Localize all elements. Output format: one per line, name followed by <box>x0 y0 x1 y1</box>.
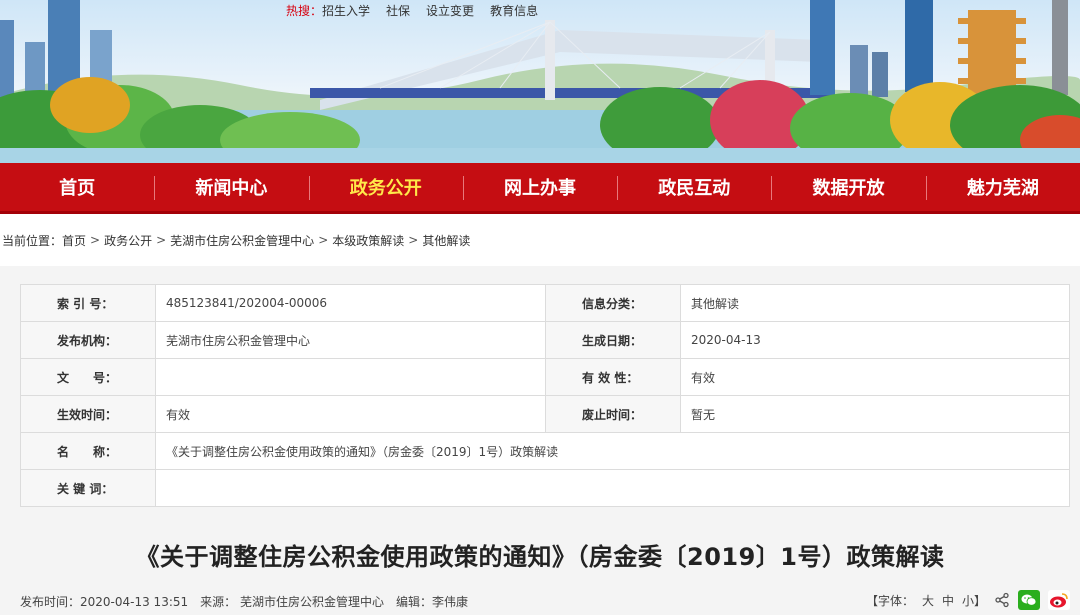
breadcrumb-separator: > <box>90 233 101 247</box>
breadcrumb-government-affairs[interactable]: 政务公开 <box>104 232 152 249</box>
article-meta-info: 发布时间：2020-04-13 13:51 来源： 芜湖市住房公积金管理中心 编… <box>20 593 468 610</box>
city-skyline-illustration <box>0 0 1080 163</box>
category-value: 其他解读 <box>680 284 1070 322</box>
hot-search-label: 热搜： <box>286 4 323 18</box>
name-label: 名 称： <box>20 432 156 470</box>
table-row: 索 引 号： 485123841/202004-00006 信息分类： 其他解读 <box>20 284 1070 322</box>
keywords-label: 关 键 词： <box>20 469 156 507</box>
table-row: 文 号： 有 效 性： 有效 <box>20 358 1070 396</box>
hot-link-enrollment[interactable]: 招生入学 <box>322 2 370 19</box>
breadcrumb-other-interpretation[interactable]: 其他解读 <box>422 232 470 249</box>
share-icon[interactable] <box>994 592 1010 608</box>
breadcrumb: 当前位置： 首页 > 政务公开 > 芜湖市住房公积金管理中心 > 本级政策解读 … <box>0 214 1080 266</box>
nav-item-charm-wuhu[interactable]: 魅力芜湖 <box>925 163 1080 211</box>
header-banner: 热搜： 招生入学 社保 设立变更 教育信息 <box>0 0 1080 163</box>
publisher-label: 发布机构： <box>20 321 156 359</box>
name-value: 《关于调整住房公积金使用政策的通知》（房金委〔2019〕1号）政策解读 <box>155 432 1070 470</box>
breadcrumb-separator: > <box>156 233 167 247</box>
table-row: 名 称： 《关于调整住房公积金使用政策的通知》（房金委〔2019〕1号）政策解读 <box>20 432 1070 470</box>
publish-time: 发布时间：2020-04-13 13:51 <box>20 595 189 609</box>
table-row: 生效时间： 有效 废止时间： 暂无 <box>20 395 1070 433</box>
validity-label: 有 效 性： <box>545 358 681 396</box>
nav-item-home[interactable]: 首页 <box>0 163 154 211</box>
content-area: 索 引 号： 485123841/202004-00006 信息分类： 其他解读… <box>0 266 1080 615</box>
created-date-value: 2020-04-13 <box>680 321 1070 359</box>
hot-search-links: 热搜： 招生入学 社保 设立变更 教育信息 <box>286 2 538 19</box>
abolish-time-value: 暂无 <box>680 395 1070 433</box>
nav-item-interaction[interactable]: 政民互动 <box>617 163 771 211</box>
abolish-time-label: 废止时间： <box>545 395 681 433</box>
breadcrumb-policy-interpretation[interactable]: 本级政策解读 <box>332 232 404 249</box>
weibo-share-icon[interactable] <box>1048 590 1070 610</box>
document-number-value <box>155 358 546 396</box>
hot-link-education[interactable]: 教育信息 <box>490 2 538 19</box>
article-title: 《关于调整住房公积金使用政策的通知》（房金委〔2019〕1号）政策解读 <box>135 543 945 571</box>
font-size-small-button[interactable]: 小】 <box>962 592 986 609</box>
nav-item-news[interactable]: 新闻中心 <box>154 163 308 211</box>
article-meta: 发布时间：2020-04-13 13:51 来源： 芜湖市住房公积金管理中心 编… <box>0 590 1080 612</box>
document-number-label: 文 号： <box>20 358 156 396</box>
font-size-control: 【字体： 大 中 小】 <box>866 592 986 609</box>
font-size-medium-button[interactable]: 中 <box>942 592 954 609</box>
breadcrumb-separator: > <box>318 233 329 247</box>
wechat-share-icon[interactable] <box>1018 590 1040 610</box>
main-nav: 首页 新闻中心 政务公开 网上办事 政民互动 数据开放 魅力芜湖 <box>0 163 1080 214</box>
hot-link-registration-change[interactable]: 设立变更 <box>426 2 474 19</box>
validity-value: 有效 <box>680 358 1070 396</box>
font-size-large-button[interactable]: 大 <box>922 592 934 609</box>
publisher-value: 芜湖市住房公积金管理中心 <box>155 321 546 359</box>
index-number-label: 索 引 号： <box>20 284 156 322</box>
effective-time-value: 有效 <box>155 395 546 433</box>
category-label: 信息分类： <box>545 284 681 322</box>
nav-item-open-data[interactable]: 数据开放 <box>771 163 925 211</box>
table-row: 发布机构： 芜湖市住房公积金管理中心 生成日期： 2020-04-13 <box>20 321 1070 359</box>
font-size-label: 【字体： <box>865 593 914 608</box>
nav-item-online-services[interactable]: 网上办事 <box>462 163 617 211</box>
hot-link-social-security[interactable]: 社保 <box>386 2 410 19</box>
breadcrumb-housing-fund-center[interactable]: 芜湖市住房公积金管理中心 <box>170 232 314 249</box>
index-number-value: 485123841/202004-00006 <box>155 284 546 322</box>
effective-time-label: 生效时间： <box>20 395 156 433</box>
breadcrumb-separator: > <box>408 233 419 247</box>
document-info-table: 索 引 号： 485123841/202004-00006 信息分类： 其他解读… <box>20 284 1070 507</box>
created-date-label: 生成日期： <box>545 321 681 359</box>
table-row: 关 键 词： <box>20 469 1070 507</box>
article-source: 来源： 芜湖市住房公积金管理中心 <box>200 595 384 609</box>
article-editor: 编辑：李伟康 <box>395 595 468 609</box>
breadcrumb-home[interactable]: 首页 <box>62 232 86 249</box>
article-tools: 【字体： 大 中 小】 <box>866 590 1070 610</box>
breadcrumb-prefix: 当前位置： <box>2 233 63 248</box>
keywords-value <box>155 469 1070 507</box>
nav-item-government-affairs[interactable]: 政务公开 <box>308 163 463 211</box>
